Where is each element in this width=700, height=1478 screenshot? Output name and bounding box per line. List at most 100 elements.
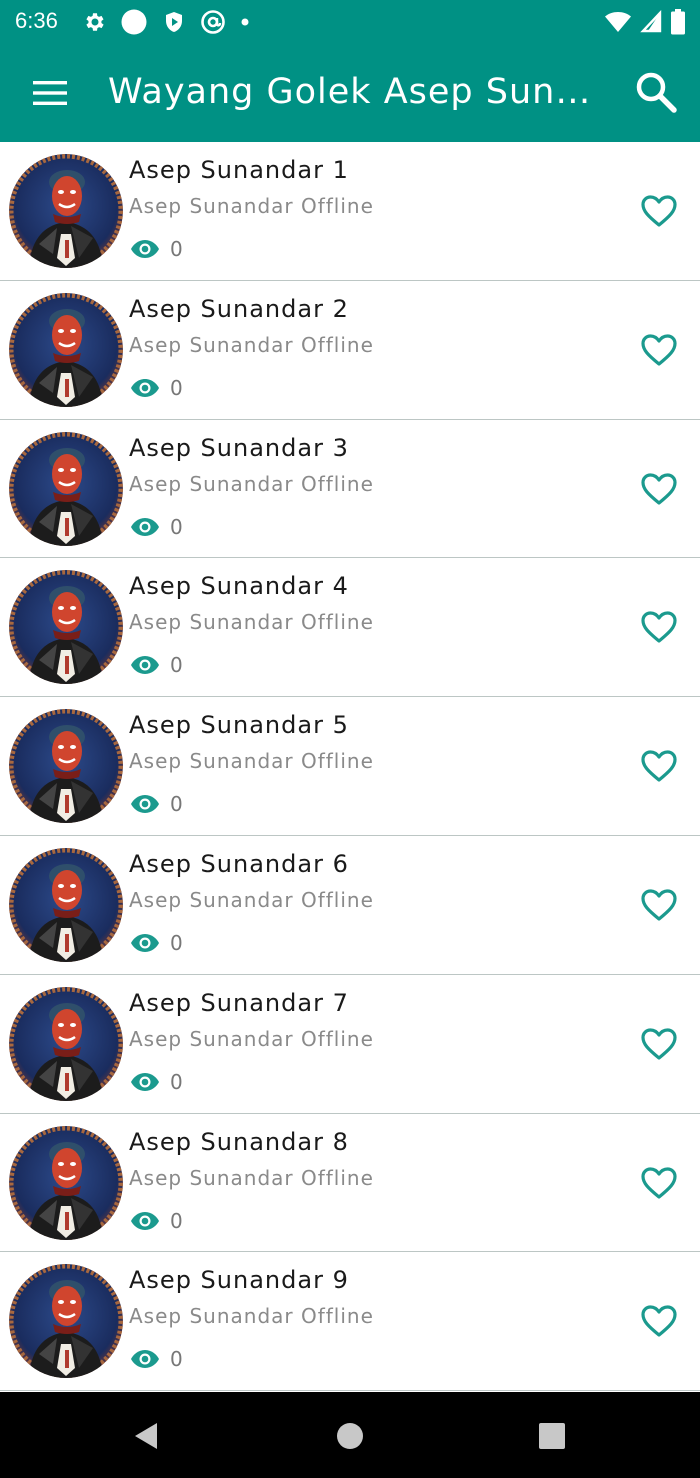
heart-outline-icon	[641, 1166, 677, 1199]
views-count: 0	[170, 792, 183, 817]
item-subtitle: Asep Sunandar Offline	[129, 749, 374, 774]
battery-icon	[671, 9, 685, 35]
list-item[interactable]: Asep Sunandar 6 Asep Sunandar Offline 0	[0, 835, 700, 975]
list-item[interactable]: Asep Sunandar 4 Asep Sunandar Offline 0	[0, 558, 700, 698]
item-title: Asep Sunandar 7	[129, 988, 349, 1017]
recents-icon	[539, 1423, 565, 1449]
list-item[interactable]: Asep Sunandar 1 Asep Sunandar Offline 0	[0, 142, 700, 281]
avatar	[9, 1125, 123, 1240]
avatar	[9, 847, 123, 962]
status-icons-right	[604, 8, 686, 36]
shield-icon	[166, 12, 182, 32]
item-title: Asep Sunandar 3	[129, 433, 349, 462]
favorite-button[interactable]	[638, 1164, 680, 1202]
signal-icon	[640, 10, 662, 33]
item-subtitle: Asep Sunandar Offline	[129, 194, 374, 218]
home-icon	[337, 1423, 363, 1449]
avatar	[9, 570, 123, 685]
item-subtitle: Asep Sunandar Offline	[129, 1026, 374, 1051]
item-subtitle: Asep Sunandar Offline	[129, 610, 374, 635]
eye-icon	[131, 240, 159, 258]
eye-icon	[131, 933, 159, 952]
wifi-icon	[605, 12, 631, 32]
dot-icon	[241, 18, 249, 26]
heart-outline-icon	[641, 750, 677, 782]
favorite-button[interactable]	[638, 1302, 680, 1340]
avatar	[9, 709, 123, 824]
search-button[interactable]	[632, 68, 680, 116]
eye-icon	[131, 1350, 159, 1369]
views-count: 0	[170, 237, 183, 261]
favorite-button[interactable]	[638, 470, 680, 508]
status-icons-left	[82, 8, 250, 36]
views-count: 0	[170, 1347, 183, 1372]
list-item[interactable]: Asep Sunandar 3 Asep Sunandar Offline 0	[0, 419, 700, 559]
home-button[interactable]	[328, 1414, 372, 1458]
heart-outline-icon	[641, 195, 677, 227]
item-views: 0	[130, 373, 183, 403]
item-subtitle: Asep Sunandar Offline	[129, 1165, 374, 1190]
heart-outline-icon	[641, 334, 677, 366]
at-sign-icon	[201, 10, 225, 34]
item-views: 0	[130, 1344, 183, 1374]
item-subtitle: Asep Sunandar Offline	[129, 332, 374, 357]
item-views: 0	[130, 1067, 183, 1097]
menu-button[interactable]	[26, 71, 74, 115]
eye-icon	[131, 517, 159, 536]
avatar	[9, 292, 123, 407]
gear-icon	[86, 13, 104, 31]
favorite-button[interactable]	[638, 192, 680, 230]
heart-outline-icon	[641, 1305, 677, 1337]
heart-outline-icon	[641, 889, 677, 921]
audio-list: Asep Sunandar 1 Asep Sunandar Offline 0	[0, 142, 700, 1392]
favorite-button[interactable]	[638, 1025, 680, 1063]
list-item[interactable]: Asep Sunandar 9 Asep Sunandar Offline 0	[0, 1252, 700, 1392]
list-item[interactable]: Asep Sunandar 8 Asep Sunandar Offline 0	[0, 1113, 700, 1253]
favorite-button[interactable]	[638, 747, 680, 785]
heart-outline-icon	[641, 1028, 677, 1060]
favorite-button[interactable]	[638, 608, 680, 646]
avatar	[9, 431, 123, 546]
heart-outline-icon	[641, 611, 677, 643]
item-views: 0	[130, 650, 183, 680]
eye-icon	[131, 656, 159, 675]
eye-icon	[131, 1072, 159, 1091]
views-count: 0	[170, 375, 183, 400]
favorite-button[interactable]	[638, 886, 680, 924]
item-title: Asep Sunandar 2	[129, 294, 349, 323]
system-nav-bar	[0, 1392, 700, 1478]
views-count: 0	[170, 514, 183, 539]
list-item[interactable]: Asep Sunandar 5 Asep Sunandar Offline 0	[0, 697, 700, 836]
list-item[interactable]: Asep Sunandar 7 Asep Sunandar Offline 0	[0, 974, 700, 1114]
item-views: 0	[130, 789, 183, 819]
item-title: Asep Sunandar 1	[129, 156, 349, 184]
views-count: 0	[170, 653, 183, 678]
hamburger-menu-icon	[33, 81, 67, 105]
favorite-button[interactable]	[638, 331, 680, 369]
back-icon	[135, 1423, 157, 1449]
views-count: 0	[170, 1069, 183, 1094]
item-title: Asep Sunandar 8	[129, 1127, 349, 1156]
back-button[interactable]	[124, 1414, 168, 1458]
app-bar: Wayang Golek Asep Sunandar Offline	[0, 44, 700, 142]
recents-button[interactable]	[530, 1414, 574, 1458]
item-title: Asep Sunandar 5	[129, 711, 349, 740]
heart-outline-icon	[641, 472, 677, 505]
item-subtitle: Asep Sunandar Offline	[129, 471, 374, 496]
item-subtitle: Asep Sunandar Offline	[129, 1304, 374, 1329]
avatar	[9, 154, 123, 268]
avatar	[9, 1264, 123, 1379]
item-views: 0	[130, 928, 183, 958]
item-title: Asep Sunandar 4	[129, 572, 349, 601]
circle-icon	[121, 9, 147, 35]
search-icon	[636, 72, 677, 113]
list-item[interactable]: Asep Sunandar 2 Asep Sunandar Offline 0	[0, 280, 700, 420]
avatar	[9, 986, 123, 1101]
item-title: Asep Sunandar 9	[129, 1266, 349, 1295]
item-subtitle: Asep Sunandar Offline	[129, 887, 374, 912]
views-count: 0	[170, 1208, 183, 1233]
item-title: Asep Sunandar 6	[129, 849, 349, 878]
views-count: 0	[170, 930, 183, 955]
status-bar: 6:36	[0, 0, 700, 44]
item-views: 0	[130, 234, 183, 264]
